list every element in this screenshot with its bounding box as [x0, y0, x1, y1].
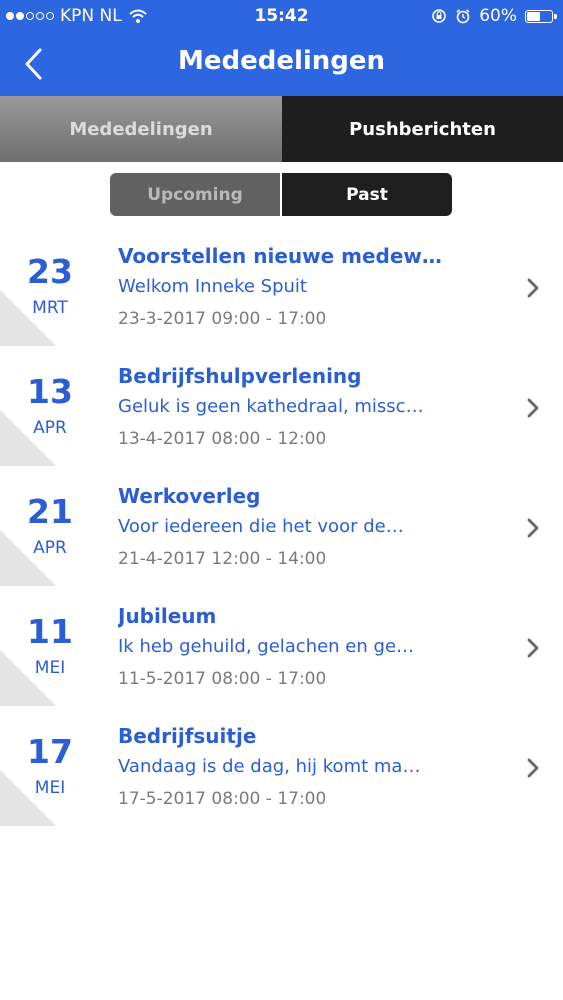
item-title: Bedrijfsuitje: [118, 724, 257, 748]
battery-icon: [525, 9, 557, 23]
item-subtitle: Welkom Inneke Spuit: [118, 276, 307, 297]
tab-mededelingen[interactable]: Mededelingen: [0, 96, 282, 162]
tab-pushberichten[interactable]: Pushberichten: [282, 96, 563, 162]
orientation-lock-icon: [432, 9, 447, 23]
battery-percentage: 60%: [479, 6, 517, 26]
date-day: 21: [27, 492, 73, 531]
page-title: Mededelingen: [177, 46, 386, 76]
announcement-list: 23 MRT Voorstellen nieuwe medew… Welkom …: [0, 228, 563, 828]
date-day: 23: [27, 252, 73, 291]
date-day: 13: [27, 372, 73, 411]
status-bar: KPN NL 15:42 60%: [0, 0, 563, 32]
item-datetime: 11-5-2017 08:00 - 17:00: [118, 669, 327, 689]
item-datetime: 23-3-2017 09:00 - 17:00: [118, 309, 327, 329]
chevron-right-icon: [527, 758, 539, 778]
segment-upcoming[interactable]: Upcoming: [110, 173, 280, 216]
date-day: 11: [27, 612, 73, 651]
date-month: MEI: [34, 778, 66, 798]
segmented-control: Upcoming Past: [110, 173, 452, 216]
chevron-right-icon: [527, 518, 539, 538]
top-tabs: Mededelingen Pushberichten: [0, 96, 563, 162]
chevron-right-icon: [527, 398, 539, 418]
chevron-right-icon: [527, 638, 539, 658]
date-month: APR: [33, 418, 67, 438]
navigation-bar: Mededelingen: [0, 32, 563, 96]
item-subtitle: Vandaag is de dag, hij komt ma…: [118, 756, 421, 777]
item-title: Bedrijfshulpverlening: [118, 364, 362, 388]
segment-past[interactable]: Past: [282, 173, 452, 216]
date-day: 17: [27, 732, 73, 771]
list-item[interactable]: 13 APR Bedrijfshulpverlening Geluk is ge…: [0, 348, 563, 468]
date-month: MEI: [34, 658, 66, 678]
item-subtitle: Ik heb gehuild, gelachen en ge…: [118, 636, 415, 657]
item-title: Voorstellen nieuwe medew…: [118, 244, 442, 268]
date-month: APR: [33, 538, 67, 558]
item-subtitle: Geluk is geen kathedraal, missc…: [118, 396, 424, 417]
item-datetime: 21-4-2017 12:00 - 14:00: [118, 549, 327, 569]
date-month: MRT: [32, 298, 68, 318]
item-title: Werkoverleg: [118, 484, 261, 508]
list-item[interactable]: 17 MEI Bedrijfsuitje Vandaag is de dag, …: [0, 708, 563, 828]
item-subtitle: Voor iedereen die het voor de…: [118, 516, 404, 537]
list-item[interactable]: 21 APR Werkoverleg Voor iedereen die het…: [0, 468, 563, 588]
item-datetime: 13-4-2017 08:00 - 12:00: [118, 429, 327, 449]
item-datetime: 17-5-2017 08:00 - 17:00: [118, 789, 327, 809]
list-item[interactable]: 23 MRT Voorstellen nieuwe medew… Welkom …: [0, 228, 563, 348]
alarm-icon: [456, 9, 470, 24]
chevron-right-icon: [527, 278, 539, 298]
item-title: Jubileum: [118, 604, 217, 628]
status-right: 60%: [431, 6, 557, 26]
list-item[interactable]: 11 MEI Jubileum Ik heb gehuild, gelachen…: [0, 588, 563, 708]
